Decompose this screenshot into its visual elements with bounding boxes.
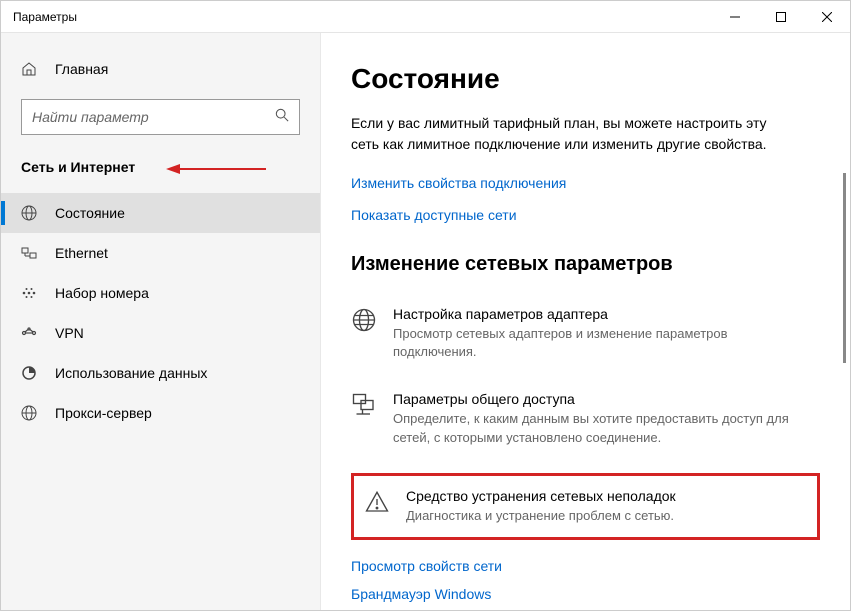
sidebar: Главная Сеть и Интернет Состояние xyxy=(1,33,321,610)
window-controls xyxy=(712,1,850,32)
home-link[interactable]: Главная xyxy=(1,53,320,85)
page-description: Если у вас лимитный тарифный план, вы мо… xyxy=(351,113,791,155)
sidebar-item-label: Использование данных xyxy=(55,365,207,381)
sidebar-item-status[interactable]: Состояние xyxy=(1,193,320,233)
proxy-icon xyxy=(21,405,37,421)
setting-desc: Определите, к каким данным вы хотите пре… xyxy=(393,410,813,446)
setting-title: Настройка параметров адаптера xyxy=(393,306,820,322)
maximize-icon xyxy=(776,12,786,22)
setting-text: Настройка параметров адаптера Просмотр с… xyxy=(393,306,820,361)
sidebar-item-label: Состояние xyxy=(55,205,125,221)
sidebar-item-label: Набор номера xyxy=(55,285,149,301)
search-input[interactable] xyxy=(32,109,275,125)
setting-sharing-options[interactable]: Параметры общего доступа Определите, к к… xyxy=(351,387,820,450)
sidebar-item-ethernet[interactable]: Ethernet xyxy=(1,233,320,273)
main: Состояние Если у вас лимитный тарифный п… xyxy=(321,33,850,610)
dialup-icon xyxy=(21,285,37,301)
scrollbar[interactable] xyxy=(843,173,846,363)
globe-icon xyxy=(21,205,37,221)
sidebar-item-proxy[interactable]: Прокси-сервер xyxy=(1,393,320,433)
link-show-available-networks[interactable]: Показать доступные сети xyxy=(351,207,820,223)
sidebar-item-vpn[interactable]: VPN xyxy=(1,313,320,353)
setting-network-troubleshooter[interactable]: Средство устранения сетевых неполадок Ди… xyxy=(360,484,807,529)
ethernet-icon xyxy=(21,245,37,261)
setting-text: Параметры общего доступа Определите, к к… xyxy=(393,391,820,446)
maximize-button[interactable] xyxy=(758,1,804,33)
setting-adapter-options[interactable]: Настройка параметров адаптера Просмотр с… xyxy=(351,302,820,365)
sidebar-item-datausage[interactable]: Использование данных xyxy=(1,353,320,393)
sharing-icon xyxy=(351,393,377,417)
link-view-network-properties[interactable]: Просмотр свойств сети xyxy=(351,558,820,574)
window-title: Параметры xyxy=(13,10,712,24)
warning-icon xyxy=(364,490,390,514)
setting-title: Параметры общего доступа xyxy=(393,391,820,407)
sidebar-item-label: Ethernet xyxy=(55,245,108,261)
sidebar-item-label: VPN xyxy=(55,325,84,341)
page-title: Состояние xyxy=(351,63,820,95)
sidebar-item-dialup[interactable]: Набор номера xyxy=(1,273,320,313)
vpn-icon xyxy=(21,325,37,341)
home-label: Главная xyxy=(55,61,108,77)
category-label: Сеть и Интернет xyxy=(21,159,135,175)
link-windows-firewall[interactable]: Брандмауэр Windows xyxy=(351,586,820,602)
annotation-arrow xyxy=(166,161,266,177)
section-title: Изменение сетевых параметров xyxy=(351,253,820,276)
setting-desc: Просмотр сетевых адаптеров и изменение п… xyxy=(393,325,813,361)
close-button[interactable] xyxy=(804,1,850,33)
category-header: Сеть и Интернет xyxy=(1,159,320,193)
minimize-icon xyxy=(730,12,740,22)
home-icon xyxy=(21,61,37,77)
setting-text: Средство устранения сетевых неполадок Ди… xyxy=(406,488,807,525)
data-usage-icon xyxy=(21,365,37,381)
link-change-connection-props[interactable]: Изменить свойства подключения xyxy=(351,175,820,191)
setting-desc: Диагностика и устранение проблем с сетью… xyxy=(406,507,807,525)
annotation-highlight: Средство устранения сетевых неполадок Ди… xyxy=(351,473,820,540)
search-icon xyxy=(275,108,289,127)
sidebar-item-label: Прокси-сервер xyxy=(55,405,152,421)
globe-icon xyxy=(351,308,377,332)
setting-title: Средство устранения сетевых неполадок xyxy=(406,488,807,504)
close-icon xyxy=(822,12,832,22)
minimize-button[interactable] xyxy=(712,1,758,33)
content: Главная Сеть и Интернет Состояние xyxy=(1,33,850,610)
search-box[interactable] xyxy=(21,99,300,135)
titlebar: Параметры xyxy=(1,1,850,33)
